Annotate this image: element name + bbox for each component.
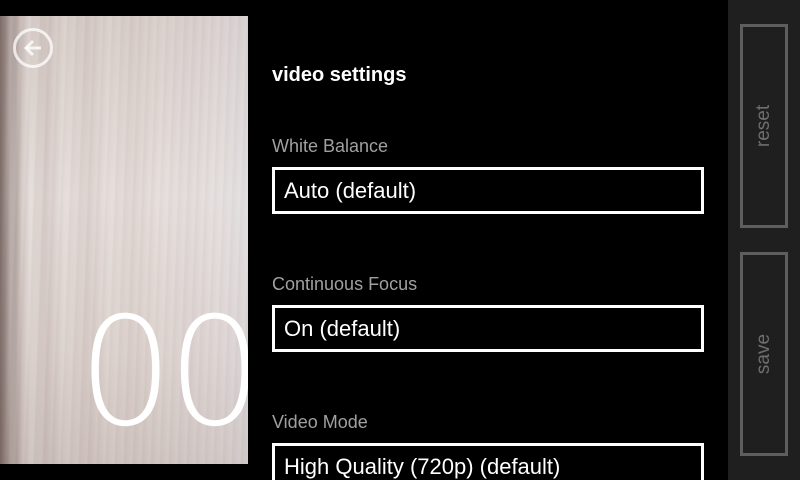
app-bar: reset save xyxy=(728,0,800,480)
camera-viewfinder: 00 xyxy=(0,16,248,464)
viewfinder-edge-shadow xyxy=(0,16,22,464)
video-mode-picker[interactable]: High Quality (720p) (default) xyxy=(272,443,704,480)
video-mode-label: Video Mode xyxy=(272,412,368,432)
back-arrow-icon xyxy=(23,39,41,57)
reset-button-label: reset xyxy=(753,104,774,148)
page-title: video settings xyxy=(272,64,407,86)
back-button[interactable] xyxy=(13,28,53,68)
continuous-focus-picker[interactable]: On (default) xyxy=(272,305,704,352)
continuous-focus-label: Continuous Focus xyxy=(272,274,418,294)
save-button[interactable]: save xyxy=(740,252,788,456)
save-button-label: save xyxy=(752,333,774,375)
recording-timer: 00 xyxy=(78,286,248,460)
white-balance-picker[interactable]: Auto (default) xyxy=(272,167,704,214)
reset-button[interactable]: reset xyxy=(740,24,788,228)
white-balance-label: White Balance xyxy=(272,136,389,156)
